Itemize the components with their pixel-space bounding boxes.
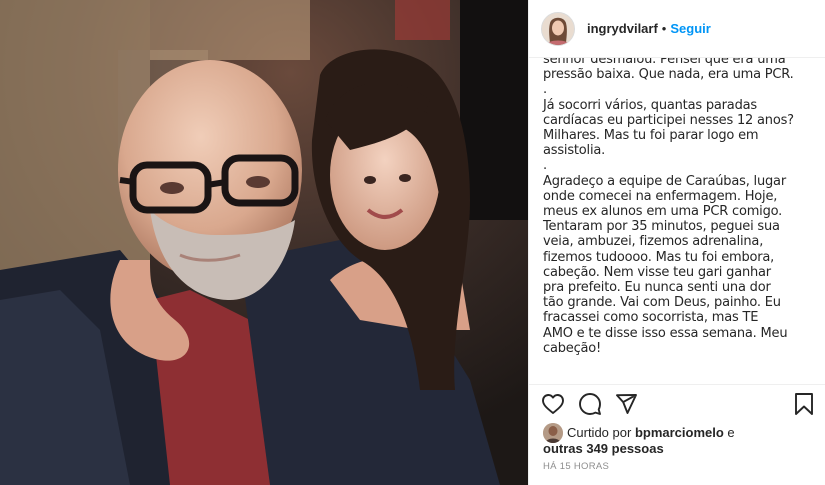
liked-by-prefix: Curtido por <box>567 425 632 440</box>
author-avatar[interactable] <box>541 11 575 46</box>
post-side-panel: ingrydvilarf • Seguir senhor desmaiou. P… <box>528 0 825 485</box>
follow-button[interactable]: Seguir <box>670 21 710 36</box>
likes-others-count[interactable]: outras 349 pessoas <box>543 441 664 456</box>
likes-conjunction: e <box>727 425 735 440</box>
liker-avatar[interactable] <box>543 423 563 443</box>
separator-dot: • <box>661 21 667 36</box>
post-timestamp[interactable]: HÁ 15 HORAS <box>543 461 609 472</box>
caption-text: senhor desmaiou. Pensei que era uma pres… <box>543 58 794 356</box>
avatar-image <box>542 12 574 45</box>
likes-line-2[interactable]: outras 349 pessoas <box>543 441 664 456</box>
action-bar <box>541 392 816 418</box>
share-icon[interactable] <box>614 392 638 416</box>
post-header: ingrydvilarf • Seguir <box>529 0 825 58</box>
likes-line-1: Curtido por bpmarciomelo e <box>567 425 735 440</box>
caption-area[interactable]: senhor desmaiou. Pensei que era uma pres… <box>529 58 825 384</box>
post-photo-image <box>0 0 528 485</box>
comment-icon[interactable] <box>578 392 602 416</box>
divider <box>529 384 825 385</box>
liker-username[interactable]: bpmarciomelo <box>635 425 724 440</box>
heart-icon[interactable] <box>541 392 565 416</box>
post-photo[interactable] <box>0 0 528 485</box>
bookmark-icon[interactable] <box>792 392 816 416</box>
author-username[interactable]: ingrydvilarf <box>587 21 658 36</box>
